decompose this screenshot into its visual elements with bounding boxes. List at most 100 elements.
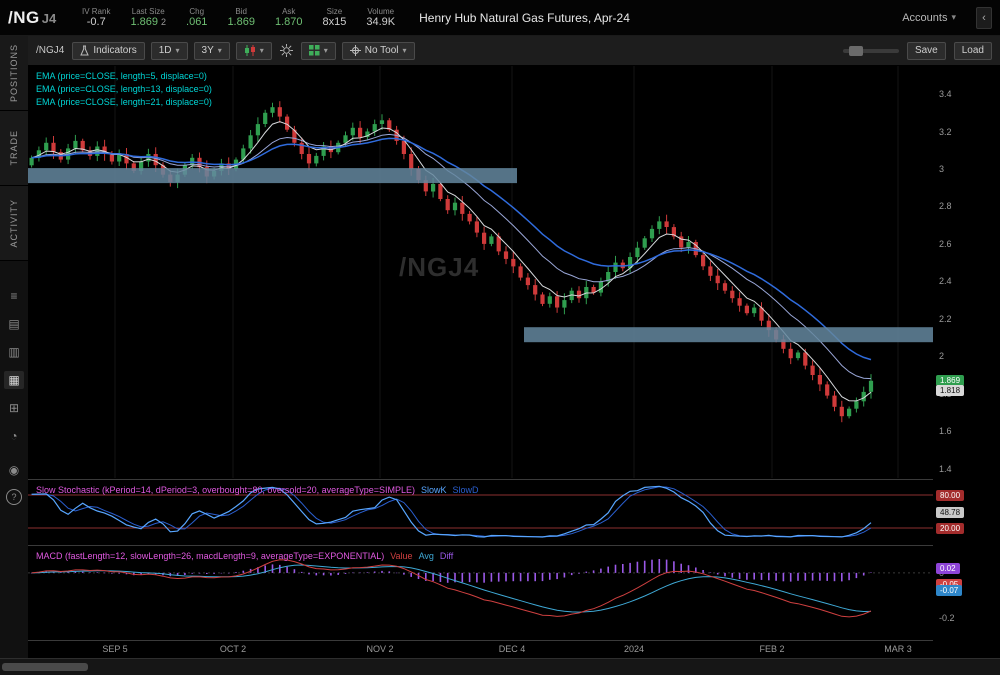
symbol-root: /NG — [8, 8, 40, 28]
time-axis-label: OCT 2 — [213, 644, 253, 654]
last-size-qty: 2 — [161, 17, 166, 27]
price-tick: 1.4 — [939, 464, 952, 474]
flask-icon — [80, 45, 89, 56]
symbol-suffix: J4 — [42, 11, 56, 26]
stat-label: Chg — [189, 7, 204, 16]
price-badge: 1.818 — [936, 385, 964, 396]
toolbar-symbol: /NGJ4 — [36, 45, 64, 56]
price-tick: 3 — [939, 164, 944, 174]
stat-value: 8x15 — [323, 16, 347, 29]
stat-label: Ask — [282, 7, 295, 16]
zoom-slider-handle[interactable] — [849, 46, 863, 56]
tab-label: TRADE — [9, 130, 19, 166]
macd-badge: -0.07 — [936, 585, 962, 596]
chevron-down-icon: ▾ — [324, 46, 328, 55]
chart-region: /NGJ4 EMA (price=CLOSE, length=5, displa… — [28, 66, 1000, 658]
price-chart-canvas[interactable] — [28, 66, 933, 479]
price-tick: 2.6 — [939, 239, 952, 249]
help-icon[interactable]: ? — [6, 489, 22, 505]
tab-label: POSITIONS — [9, 44, 19, 102]
contract-description: Henry Hub Natural Gas Futures, Apr-24 — [419, 11, 630, 25]
stochastic-canvas[interactable] — [28, 480, 933, 545]
stat-label: Volume — [367, 7, 394, 16]
macd-canvas[interactable] — [28, 546, 933, 640]
indicators-button[interactable]: Indicators — [72, 42, 144, 60]
price-tick: 3.2 — [939, 127, 952, 137]
time-axis-label: DEC 4 — [492, 644, 532, 654]
price-tick: 1.6 — [939, 426, 952, 436]
stat-iv-rank: IV Rank -0.7 — [82, 7, 110, 29]
macd-panel[interactable]: MACD (fastLength=12, slowLength=26, macd… — [28, 546, 933, 640]
chevron-down-icon: ▾ — [403, 46, 407, 55]
price-tick: 2.4 — [939, 276, 952, 286]
settings-gear-icon[interactable] — [278, 44, 295, 57]
macd-tick: -0.2 — [939, 613, 955, 623]
scrollbar-handle[interactable] — [2, 663, 88, 671]
menu-icon[interactable]: ≡ — [4, 287, 24, 305]
sidebar-tab-activity[interactable]: ACTIVITY — [0, 186, 28, 261]
drawing-tool-dropdown[interactable]: No Tool ▾ — [342, 42, 415, 60]
chevron-down-icon: ▾ — [951, 12, 956, 23]
price-tick: 3.4 — [939, 89, 952, 99]
stat-label: Last Size — [132, 7, 165, 16]
grid-layout-dropdown[interactable]: ▾ — [301, 42, 336, 60]
accounts-label: Accounts — [902, 12, 947, 24]
chart-type-dropdown[interactable]: ▾ — [236, 42, 272, 60]
chart-workspace: /NGJ4 Indicators 1D ▾ 3Y ▾ ▾ — [28, 36, 1000, 658]
crosshair-icon — [350, 45, 361, 56]
candlestick-icon — [244, 45, 256, 56]
stat-bid: Bid 1.869 — [227, 7, 255, 29]
chart-toolbar: /NGJ4 Indicators 1D ▾ 3Y ▾ ▾ — [28, 36, 1000, 66]
stat-label: Size — [327, 7, 343, 16]
price-axis[interactable]: 3.43.232.82.62.42.221.81.61.41.8691.8188… — [933, 66, 1000, 658]
chevron-down-icon: ▾ — [260, 46, 264, 55]
price-tick: 2.8 — [939, 201, 952, 211]
time-axis-label: SEP 5 — [95, 644, 135, 654]
stochastic-badge: 20.00 — [936, 523, 964, 534]
top-quote-bar: /NG J4 IV Rank -0.7 Last Size 1.8692 Chg… — [0, 0, 1000, 36]
chart-icon[interactable]: ▦ — [4, 371, 24, 389]
price-chart-panel[interactable]: /NGJ4 EMA (price=CLOSE, length=5, displa… — [28, 66, 933, 479]
stat-label: Bid — [235, 7, 247, 16]
sidebar-tab-positions[interactable]: POSITIONS — [0, 36, 28, 111]
symbol: /NG J4 — [8, 8, 62, 28]
timeframe-dropdown[interactable]: 1D ▾ — [151, 42, 188, 60]
chevron-down-icon: ▾ — [218, 46, 222, 55]
time-axis-label: FEB 2 — [752, 644, 792, 654]
stochastic-badge: 80.00 — [936, 490, 964, 501]
stat-value: 34.9K — [366, 16, 395, 29]
left-sidebar: POSITIONS TRADE ACTIVITY ≡ ▤ ▥ ▦ ⊞ ◔ ◉ ? — [0, 36, 29, 658]
macd-badge: 0.02 — [936, 563, 960, 574]
stat-volume: Volume 34.9K — [366, 7, 395, 29]
save-button[interactable]: Save — [907, 42, 946, 60]
load-button[interactable]: Load — [954, 42, 992, 60]
bottom-scrollbar-track[interactable] — [0, 658, 1000, 675]
range-value: 3Y — [202, 45, 214, 56]
history-icon[interactable]: ◔ — [4, 427, 24, 445]
stat-label: IV Rank — [82, 7, 110, 16]
chart-zoom-slider[interactable] — [843, 49, 899, 53]
time-axis-label: MAR 3 — [878, 644, 918, 654]
widgets-icon[interactable]: ⊞ — [4, 399, 24, 417]
stat-value: 1.869 — [227, 16, 255, 29]
trading-app: /NG J4 IV Rank -0.7 Last Size 1.8692 Chg… — [0, 0, 1000, 675]
stat-value: .061 — [186, 16, 207, 29]
accounts-dropdown[interactable]: Accounts ▾ — [902, 12, 956, 24]
price-tick: 2 — [939, 351, 944, 361]
sidebar-tab-trade[interactable]: TRADE — [0, 111, 28, 186]
time-axis-label: 2024 — [614, 644, 654, 654]
stat-size: Size 8x15 — [323, 7, 347, 29]
stat-last-size: Last Size 1.8692 — [130, 7, 166, 29]
timeframe-value: 1D — [159, 45, 172, 56]
orders-icon[interactable]: ▥ — [4, 343, 24, 361]
range-dropdown[interactable]: 3Y ▾ — [194, 42, 230, 60]
stochastic-panel[interactable]: Slow Stochastic (kPeriod=14, dPeriod=3, … — [28, 480, 933, 545]
people-icon[interactable]: ◉ — [4, 461, 24, 479]
sidebar-bottom-icons: ◉ ? — [4, 461, 24, 505]
time-axis[interactable]: SEP 5OCT 2NOV 2DEC 42024FEB 2MAR 3 — [28, 640, 933, 658]
watchlist-icon[interactable]: ▤ — [4, 315, 24, 333]
collapse-panel-button[interactable]: ‹ — [976, 7, 992, 29]
chevron-down-icon: ▾ — [176, 46, 180, 55]
stochastic-badge: 48.78 — [936, 507, 964, 518]
stat-value: 1.8692 — [130, 16, 166, 29]
